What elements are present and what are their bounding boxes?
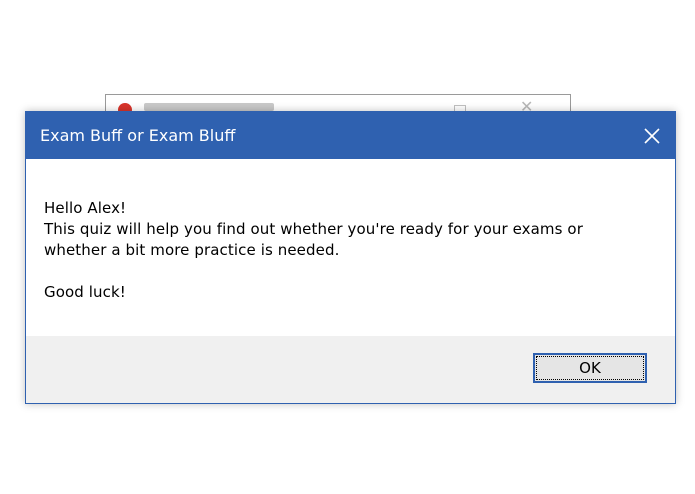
message-line-1: This quiz will help you find out whether…: [44, 220, 583, 238]
dialog-titlebar: Exam Buff or Exam Bluff: [26, 112, 675, 159]
background-window-title: [144, 103, 274, 111]
desktop: ✕ Exam Buff or Exam Bluff Hello Alex! Th…: [0, 0, 695, 494]
message-dialog: Exam Buff or Exam Bluff Hello Alex! This…: [25, 111, 676, 404]
dialog-content: Hello Alex! This quiz will help you find…: [26, 159, 675, 336]
message-line-2: whether a bit more practice is needed.: [44, 241, 340, 259]
close-icon: [644, 127, 660, 144]
close-button[interactable]: [629, 112, 675, 159]
dialog-footer: OK: [26, 336, 675, 403]
message-spacer: [44, 261, 644, 282]
message-closing: Good luck!: [44, 283, 126, 301]
message-greeting: Hello Alex!: [44, 199, 127, 217]
ok-button[interactable]: OK: [533, 353, 647, 383]
dialog-title: Exam Buff or Exam Bluff: [40, 126, 236, 145]
dialog-message: Hello Alex! This quiz will help you find…: [44, 198, 644, 303]
ok-button-label: OK: [536, 356, 644, 380]
